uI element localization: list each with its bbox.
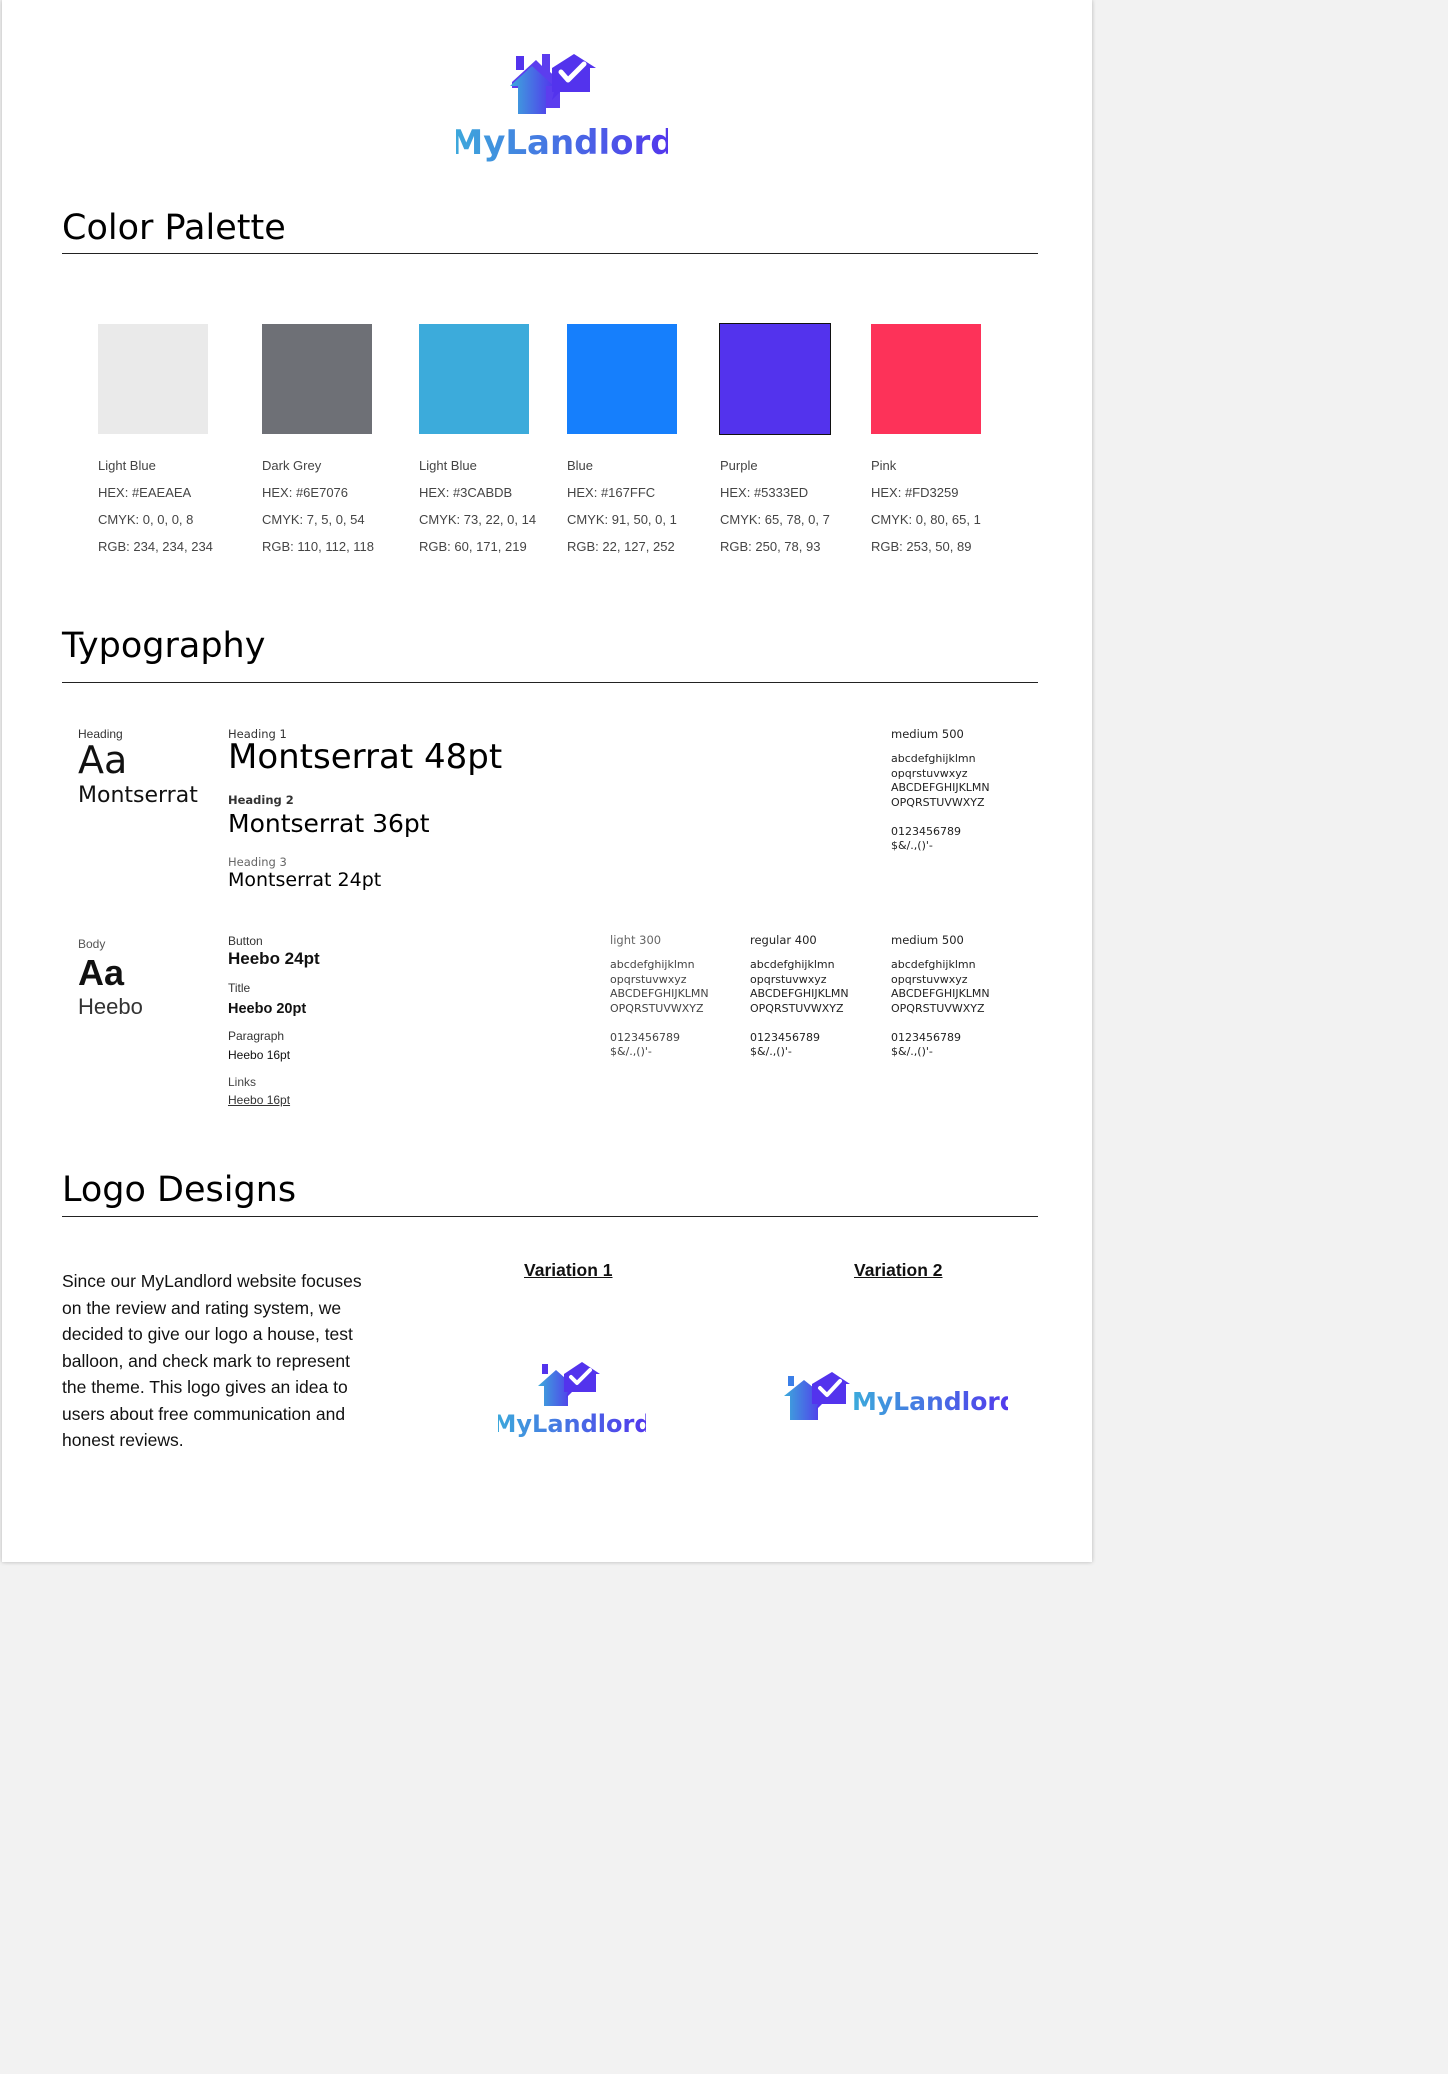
- swatch-name: Purple: [720, 458, 758, 473]
- brand-logo: MyLandlord: [456, 54, 668, 163]
- body-weight-label: regular 400: [750, 933, 817, 947]
- svg-text:MyLandlord: MyLandlord: [852, 1387, 1008, 1416]
- section-title-typography: Typography: [62, 626, 266, 666]
- brand-guide-page: MyLandlord Color Palette Light Blue HEX: …: [2, 0, 1092, 1562]
- heading-weight-label: medium 500: [891, 727, 964, 741]
- swatch-name: Pink: [871, 458, 897, 473]
- house-check-icon: [538, 1362, 600, 1406]
- swatch-cmyk: CMYK: 0, 80, 65, 1: [871, 512, 981, 527]
- links-style-sample[interactable]: Heebo 16pt: [228, 1093, 290, 1107]
- swatch-name: Blue: [567, 458, 594, 473]
- swatch-name: Dark Grey: [262, 458, 322, 473]
- swatch-rgb: RGB: 234, 234, 234: [98, 539, 213, 554]
- swatch-hex: HEX: #6E7076: [262, 485, 349, 500]
- paragraph-style-sample: Heebo 16pt: [228, 1048, 291, 1062]
- color-swatch: [98, 324, 208, 434]
- svg-text:MyLandlord: MyLandlord: [498, 1410, 646, 1438]
- swatch-name: Light Blue: [98, 458, 156, 473]
- swatch-name: Light Blue: [419, 458, 477, 473]
- logo-description: Since our MyLandlord website focuses on …: [62, 1271, 362, 1450]
- title-style-sample: Heebo 20pt: [228, 1001, 307, 1017]
- button-style-label: Button: [228, 934, 263, 948]
- heading-2-sample: Montserrat 36pt: [228, 809, 430, 838]
- house-check-icon: [510, 54, 596, 114]
- body-weight-label: medium 500: [891, 933, 964, 947]
- body-weight-label: light 300: [610, 933, 662, 947]
- body-font-sample: Aa: [78, 952, 125, 993]
- swatch-hex: HEX: #EAEAEA: [98, 485, 192, 500]
- logo-variation-1: MyLandlord: [498, 1362, 646, 1438]
- logo-variation-2: MyLandlord: [784, 1372, 1008, 1420]
- swatch-cmyk: CMYK: 65, 78, 0, 7: [720, 512, 830, 527]
- heading-1-sample: Montserrat 48pt: [228, 737, 503, 777]
- heading-font-sample: Aa: [78, 738, 128, 782]
- body-font-label: Body: [78, 937, 106, 951]
- heading-3-label: Heading 3: [228, 855, 287, 869]
- svg-text:MyLandlord: MyLandlord: [456, 123, 668, 163]
- color-swatch: [567, 324, 677, 434]
- links-style-label: Links: [228, 1075, 257, 1089]
- swatch-rgb: RGB: 253, 50, 89: [871, 539, 972, 554]
- body-character-set: abcdefghijklmn opqrstuvwxyz ABCDEFGHIJKL…: [750, 958, 849, 1058]
- swatch-rgb: RGB: 22, 127, 252: [567, 539, 675, 554]
- swatch-rgb: RGB: 60, 171, 219: [419, 539, 527, 554]
- title-style-label: Title: [228, 981, 251, 995]
- section-divider: [62, 1216, 1038, 1217]
- section-title-color-palette: Color Palette: [62, 208, 286, 248]
- house-check-icon: [784, 1372, 850, 1420]
- color-swatch: [871, 324, 981, 434]
- section-title-logo-designs: Logo Designs: [62, 1170, 297, 1210]
- heading-2-label: Heading 2: [228, 793, 294, 807]
- section-divider: [62, 682, 1038, 683]
- swatch-rgb: RGB: 250, 78, 93: [720, 539, 821, 554]
- swatch-hex: HEX: #3CABDB: [419, 485, 513, 500]
- heading-character-set: abcdefghijklmn opqrstuvwxyz ABCDEFGHIJKL…: [891, 752, 990, 852]
- swatch-hex: HEX: #167FFC: [567, 485, 656, 500]
- body-font-name: Heebo: [78, 994, 143, 1019]
- color-swatch: [262, 324, 372, 434]
- section-divider: [62, 253, 1038, 254]
- variation-1-heading: Variation 1: [524, 1260, 613, 1280]
- swatch-cmyk: CMYK: 73, 22, 0, 14: [419, 512, 537, 527]
- body-character-set: abcdefghijklmn opqrstuvwxyz ABCDEFGHIJKL…: [610, 958, 709, 1058]
- paragraph-style-label: Paragraph: [228, 1029, 285, 1043]
- variation-2-heading: Variation 2: [854, 1260, 943, 1280]
- heading-font-name: Montserrat: [78, 783, 198, 808]
- heading-3-sample: Montserrat 24pt: [228, 869, 382, 891]
- swatch-cmyk: CMYK: 0, 0, 0, 8: [98, 512, 194, 527]
- body-character-set: abcdefghijklmn opqrstuvwxyz ABCDEFGHIJKL…: [891, 958, 990, 1058]
- swatch-rgb: RGB: 110, 112, 118: [262, 539, 375, 554]
- color-swatch: [719, 323, 831, 435]
- swatch-hex: HEX: #FD3259: [871, 485, 959, 500]
- color-swatch: [419, 324, 529, 434]
- swatch-cmyk: CMYK: 91, 50, 0, 1: [567, 512, 677, 527]
- swatch-cmyk: CMYK: 7, 5, 0, 54: [262, 512, 365, 527]
- button-style-sample: Heebo 24pt: [228, 949, 320, 968]
- swatch-hex: HEX: #5333ED: [720, 485, 809, 500]
